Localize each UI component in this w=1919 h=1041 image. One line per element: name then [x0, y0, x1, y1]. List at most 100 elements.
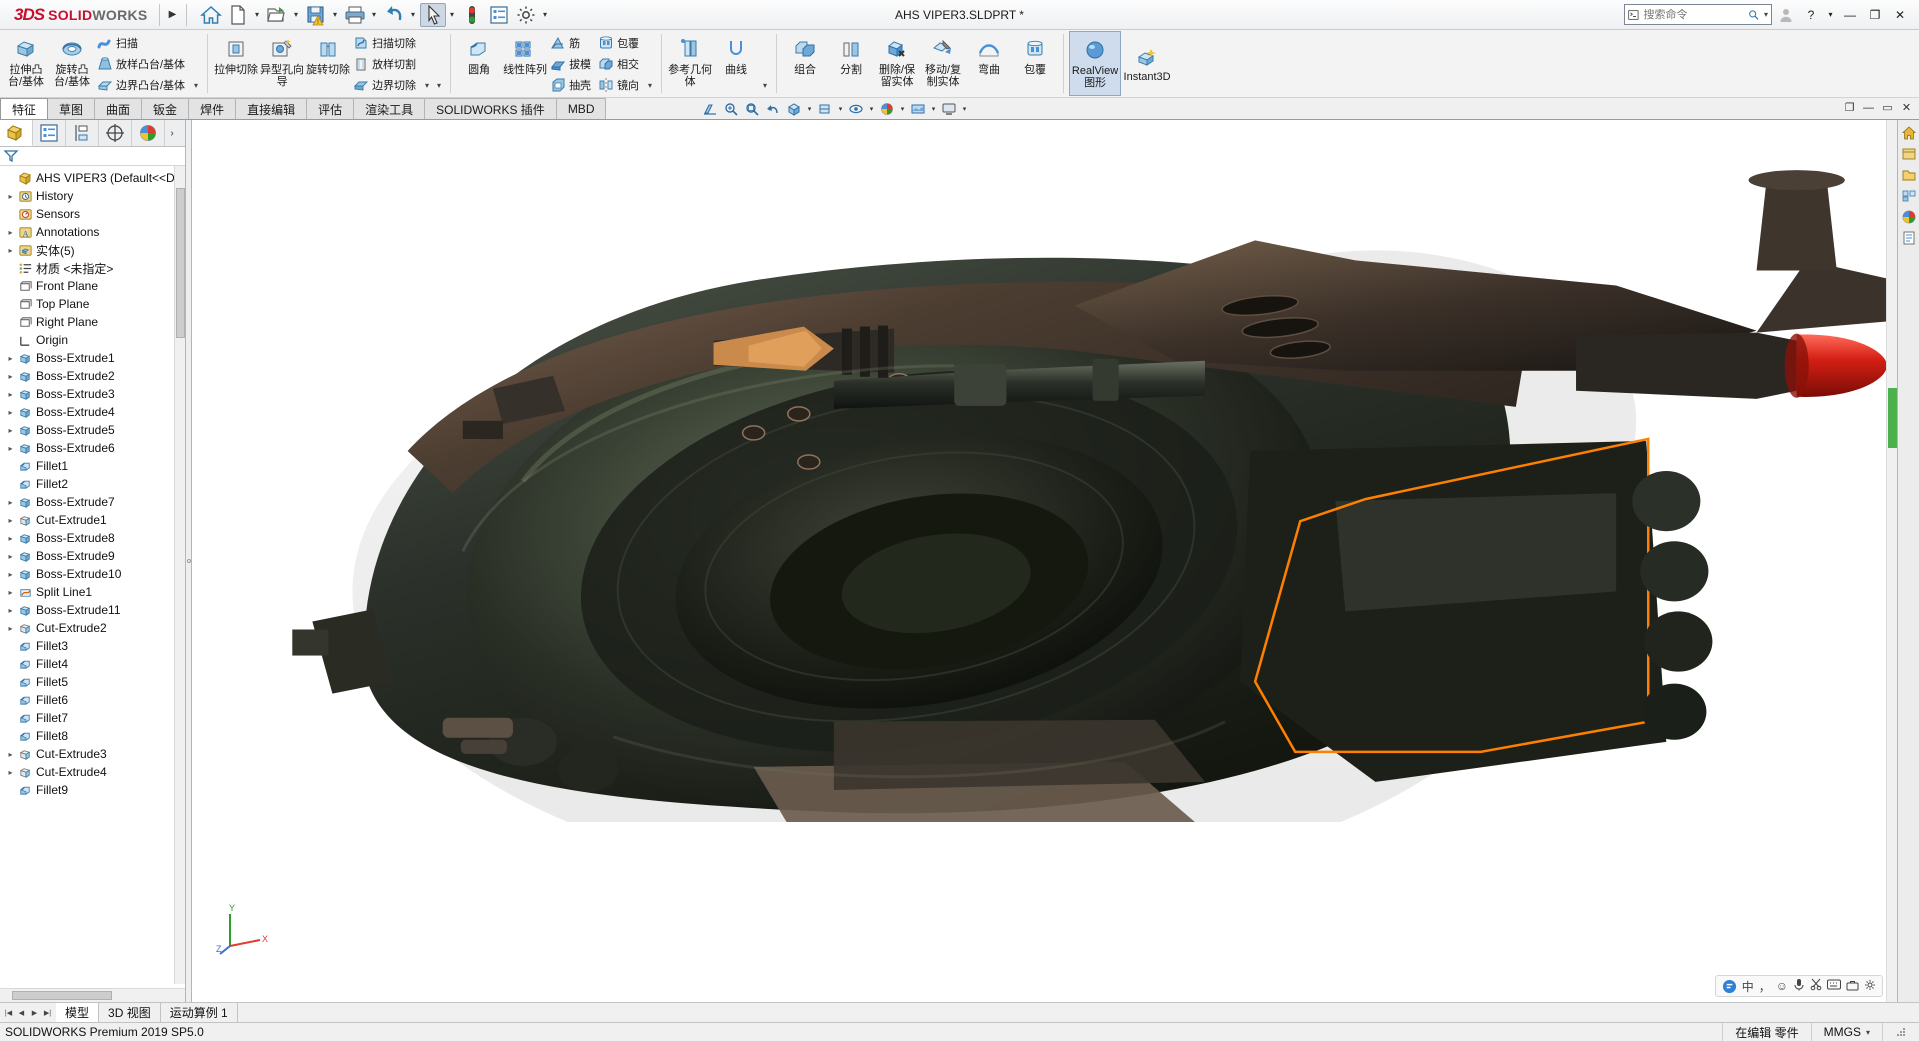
file-properties-icon[interactable]	[486, 3, 512, 27]
view-settings-dropdown[interactable]: ▾	[960, 105, 969, 113]
tree-item-fillet6[interactable]: ▸Fillet6	[0, 691, 185, 709]
intersect-button[interactable]: 相交	[596, 53, 644, 74]
tree-item-5[interactable]: ▸实体(5)	[0, 241, 185, 259]
tree-root-item[interactable]: ▸ AHS VIPER3 (Default<<Default>	[0, 169, 185, 187]
expand-caret[interactable]: ▸	[4, 606, 17, 615]
bottom-tab-model[interactable]: 模型	[56, 1003, 99, 1022]
tab-mbd[interactable]: MBD	[556, 98, 607, 119]
curves-button[interactable]: 曲线	[713, 31, 759, 96]
open-document-icon[interactable]	[264, 3, 290, 27]
zoom-to-fit-icon[interactable]	[721, 99, 741, 119]
open-document-dropdown[interactable]: ▾	[291, 3, 302, 27]
tree-item-boss-extrude4[interactable]: ▸Boss-Extrude4	[0, 403, 185, 421]
tree-item-fillet4[interactable]: ▸Fillet4	[0, 655, 185, 673]
search-icon[interactable]	[1748, 7, 1760, 23]
tree-item-cut-extrude1[interactable]: ▸Cut-Extrude1	[0, 511, 185, 529]
expand-caret[interactable]: ▸	[4, 588, 17, 597]
tree-item-sensors[interactable]: ▸Sensors	[0, 205, 185, 223]
custom-properties-icon[interactable]	[1899, 228, 1918, 247]
reference-geometry-dropdown[interactable]	[759, 33, 771, 54]
cut-extra-dropdown-1[interactable]	[433, 33, 445, 54]
solidworks-logo[interactable]: 3DS SOLIDWORKS	[0, 0, 154, 29]
tab-direct-editing[interactable]: 直接编辑	[235, 98, 307, 119]
close-pane-icon[interactable]: ✕	[1898, 99, 1915, 116]
restore-button[interactable]: ❐	[1864, 4, 1886, 26]
expand-caret[interactable]: ▸	[4, 408, 17, 417]
select-dropdown[interactable]: ▾	[447, 3, 458, 27]
tree-item-boss-extrude5[interactable]: ▸Boss-Extrude5	[0, 421, 185, 439]
account-icon[interactable]	[1775, 4, 1797, 26]
draft-button[interactable]: 拔模	[548, 53, 596, 74]
search-dropdown-caret[interactable]: ▾	[1764, 10, 1768, 19]
select-pointer-icon[interactable]	[420, 3, 446, 27]
feature-tree-hscroll-thumb[interactable]	[12, 991, 112, 1000]
rib-button[interactable]: 筋	[548, 32, 596, 53]
reference-geometry-button[interactable]: 参考几何体	[667, 31, 713, 96]
hide-show-items-icon[interactable]	[846, 99, 866, 119]
tab-sheet-metal[interactable]: 钣金	[141, 98, 189, 119]
tree-item-cut-extrude3[interactable]: ▸Cut-Extrude3	[0, 745, 185, 763]
zoom-to-area-icon[interactable]	[742, 99, 762, 119]
status-resize-grip[interactable]	[1882, 1023, 1919, 1041]
voice-input-icon[interactable]	[1793, 978, 1805, 994]
wrap-button[interactable]: 包覆	[596, 32, 644, 53]
realview-graphics-button[interactable]: RealView 图形	[1069, 31, 1121, 96]
tree-item-top-plane[interactable]: ▸Top Plane	[0, 295, 185, 313]
punctuation-icon[interactable]: ，	[1759, 978, 1771, 995]
nav-first-button[interactable]: |◀	[2, 1004, 15, 1022]
tree-item-boss-extrude3[interactable]: ▸Boss-Extrude3	[0, 385, 185, 403]
tree-item-boss-extrude1[interactable]: ▸Boss-Extrude1	[0, 349, 185, 367]
graphics-area[interactable]: Y X Z 中 ， ☺	[192, 120, 1897, 1002]
close-button[interactable]: ✕	[1889, 4, 1911, 26]
reference-more-dropdown[interactable]: ▾	[759, 75, 771, 96]
expand-caret[interactable]: ▸	[4, 516, 17, 525]
expand-caret[interactable]: ▸	[4, 192, 17, 201]
tree-item-boss-extrude6[interactable]: ▸Boss-Extrude6	[0, 439, 185, 457]
tree-item-boss-extrude8[interactable]: ▸Boss-Extrude8	[0, 529, 185, 547]
tab-weldments[interactable]: 焊件	[188, 98, 236, 119]
expand-caret[interactable]: ▸	[4, 750, 17, 759]
settings-icon[interactable]	[1864, 979, 1876, 994]
display-style-icon[interactable]	[815, 99, 835, 119]
instant3d-button[interactable]: Instant3D	[1121, 31, 1173, 96]
extrude-boss-button[interactable]: 拉伸凸台/基体	[3, 31, 49, 96]
move-copy-body-button[interactable]: 移动/复制实体	[920, 31, 966, 96]
apply-scene-dropdown[interactable]: ▾	[929, 105, 938, 113]
feature-tree-vscroll-thumb[interactable]	[176, 188, 185, 338]
feature-tree-vscrollbar[interactable]	[174, 166, 185, 984]
tree-item-[interactable]: ▸材质 <未指定>	[0, 259, 185, 277]
expand-caret[interactable]: ▸	[4, 624, 17, 633]
tree-item-split-line1[interactable]: ▸Split Line1	[0, 583, 185, 601]
boundary-dropdown[interactable]: ▾	[190, 75, 202, 96]
shell-button[interactable]: 抽壳	[548, 74, 596, 95]
expand-caret[interactable]: ▸	[4, 246, 17, 255]
tree-item-fillet1[interactable]: ▸Fillet1	[0, 457, 185, 475]
wrap-body-button[interactable]: 包覆	[1012, 31, 1058, 96]
lofted-cut-button[interactable]: 放样切割	[351, 53, 421, 74]
hide-show-items-dropdown[interactable]: ▾	[867, 105, 876, 113]
restore-pane-icon[interactable]: ❐	[1841, 99, 1858, 116]
feature-tree-hscrollbar[interactable]	[0, 988, 185, 1002]
tree-item-cut-extrude4[interactable]: ▸Cut-Extrude4	[0, 763, 185, 781]
view-orientation-icon[interactable]	[784, 99, 804, 119]
sogou-logo-icon[interactable]	[1722, 979, 1737, 994]
delete-keep-body-button[interactable]: 删除/保留实体	[874, 31, 920, 96]
tab-sketch[interactable]: 草图	[47, 98, 95, 119]
cut-extra-dropdown-2[interactable]	[433, 54, 445, 75]
new-document-dropdown[interactable]: ▾	[252, 3, 263, 27]
expand-caret[interactable]: ▸	[4, 552, 17, 561]
tree-item-boss-extrude2[interactable]: ▸Boss-Extrude2	[0, 367, 185, 385]
boundary-cut-dropdown[interactable]: ▾	[421, 75, 433, 96]
revolve-boss-button[interactable]: 旋转凸台/基体	[49, 31, 95, 96]
wrap-dropdown[interactable]	[644, 33, 656, 54]
combine-button[interactable]: 组合	[782, 31, 828, 96]
chinese-mode-label[interactable]: 中	[1742, 978, 1754, 995]
expand-caret[interactable]: ▸	[4, 372, 17, 381]
menu-expand-button[interactable]: ▶	[165, 9, 181, 20]
linear-pattern-button[interactable]: 线性阵列	[502, 31, 548, 96]
help-button[interactable]: ?	[1800, 4, 1822, 26]
emoji-icon[interactable]: ☺	[1776, 979, 1788, 993]
minimize-button[interactable]: —	[1839, 4, 1861, 26]
rebuild-icon[interactable]	[459, 3, 485, 27]
property-manager-tab[interactable]	[33, 120, 66, 146]
